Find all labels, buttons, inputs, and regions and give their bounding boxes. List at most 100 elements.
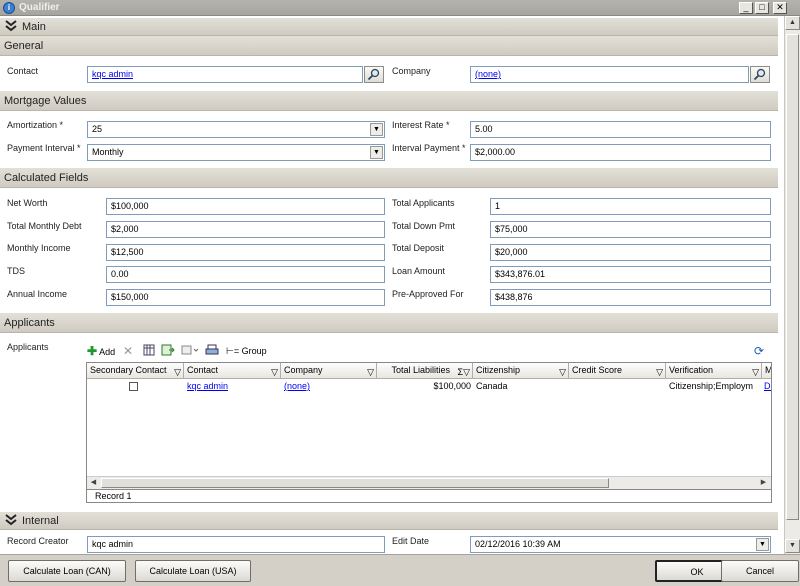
record-creator-field[interactable]: kqc admin bbox=[87, 536, 385, 553]
print-icon[interactable] bbox=[205, 344, 219, 359]
edit-date-label: Edit Date bbox=[392, 536, 430, 546]
total-applicants-field[interactable]: 1 bbox=[490, 198, 771, 215]
loan-amount-label: Loan Amount bbox=[392, 266, 446, 276]
grid-scroll-thumb[interactable] bbox=[101, 478, 609, 488]
vertical-scroll-thumb[interactable] bbox=[786, 34, 799, 520]
column-header-total-liabilities[interactable]: Total Liabilities Σ▽ bbox=[377, 363, 473, 379]
search-icon bbox=[753, 68, 766, 81]
filter-icon[interactable]: ▽ bbox=[367, 365, 374, 378]
company-link[interactable]: (none) bbox=[475, 69, 501, 79]
table-cell-company[interactable]: (none) bbox=[284, 380, 374, 394]
sum-filter-icon[interactable]: Σ▽ bbox=[458, 365, 471, 378]
company-link[interactable]: (none) bbox=[284, 381, 310, 391]
calculate-loan-can-button[interactable]: Calculate Loan (CAN) bbox=[8, 560, 126, 582]
filter-icon[interactable]: ▽ bbox=[656, 365, 663, 378]
chevron-down-icon bbox=[5, 20, 17, 32]
column-header-label: Credit Score bbox=[572, 365, 623, 375]
column-header-label: Total Liabilities bbox=[391, 365, 450, 375]
group-button[interactable]: ⊢= Group bbox=[226, 344, 267, 359]
net-worth-field[interactable]: $100,000 bbox=[106, 198, 385, 215]
dialog-footer: Calculate Loan (CAN) Calculate Loan (USA… bbox=[0, 554, 800, 586]
secondary-contact-checkbox[interactable] bbox=[129, 380, 143, 394]
monthly-income-label: Monthly Income bbox=[7, 243, 71, 253]
column-header-label: Verification bbox=[669, 365, 714, 375]
monthly-income-field[interactable]: $12,500 bbox=[106, 244, 385, 261]
column-header-company[interactable]: Company ▽ bbox=[281, 363, 377, 379]
chevron-down-icon[interactable]: ▼ bbox=[370, 146, 383, 159]
column-header-credit-score[interactable]: Credit Score ▽ bbox=[569, 363, 666, 379]
tds-field[interactable]: 0.00 bbox=[106, 266, 385, 283]
loan-amount-field[interactable]: $343,876.01 bbox=[490, 266, 771, 283]
pre-approved-label: Pre-Approved For bbox=[392, 289, 464, 299]
window-title: Qualifier bbox=[19, 2, 60, 13]
column-header-contact[interactable]: Contact ▽ bbox=[184, 363, 281, 379]
delete-icon[interactable]: ✕ bbox=[123, 344, 133, 359]
maximize-button[interactable]: □ bbox=[755, 2, 769, 14]
vertical-scrollbar[interactable]: ▲ ▼ bbox=[784, 16, 800, 554]
scroll-right-icon[interactable]: ▶ bbox=[757, 477, 770, 489]
section-calculated-title: Calculated Fields bbox=[4, 172, 89, 184]
chevron-down-icon bbox=[5, 514, 17, 526]
pre-approved-field[interactable]: $438,876 bbox=[490, 289, 771, 306]
payment-interval-select[interactable]: Monthly ▼ bbox=[87, 144, 385, 161]
section-main-title: Main bbox=[22, 21, 46, 33]
scroll-down-icon[interactable]: ▼ bbox=[785, 539, 800, 553]
interest-rate-field[interactable]: 5.00 bbox=[470, 121, 771, 138]
grid-view-icon[interactable] bbox=[143, 344, 155, 359]
annual-income-field[interactable]: $150,000 bbox=[106, 289, 385, 306]
filter-icon[interactable]: ▽ bbox=[559, 365, 566, 378]
section-main-header[interactable]: Main bbox=[0, 18, 778, 36]
column-header-citizenship[interactable]: Citizenship ▽ bbox=[473, 363, 569, 379]
column-header-label: M bbox=[765, 365, 772, 375]
cancel-button[interactable]: Cancel bbox=[721, 560, 799, 582]
filter-icon[interactable]: ▽ bbox=[271, 365, 278, 378]
add-button[interactable]: ✚ Add bbox=[87, 344, 115, 359]
column-header-secondary-contact[interactable]: Secondary Contact ▽ bbox=[87, 363, 184, 379]
filter-icon[interactable]: ▽ bbox=[752, 365, 759, 378]
company-label: Company bbox=[392, 66, 431, 76]
section-calculated-header: Calculated Fields bbox=[0, 168, 778, 188]
section-general-title: General bbox=[4, 40, 44, 52]
export-excel-icon[interactable] bbox=[161, 344, 175, 359]
column-header-verification[interactable]: Verification ▽ bbox=[666, 363, 762, 379]
column-header-m[interactable]: M bbox=[762, 363, 772, 379]
chevron-down-icon[interactable]: ▼ bbox=[370, 123, 383, 136]
total-down-pmt-label: Total Down Pmt bbox=[392, 221, 456, 231]
total-monthly-debt-field[interactable]: $2,000 bbox=[106, 221, 385, 238]
export-menu-icon[interactable] bbox=[181, 344, 199, 359]
company-field[interactable]: (none) bbox=[470, 66, 749, 83]
scroll-up-icon[interactable]: ▲ bbox=[785, 16, 800, 30]
contact-label: Contact bbox=[7, 66, 39, 76]
contact-field[interactable]: kqc admin bbox=[87, 66, 363, 83]
refresh-icon[interactable]: ⟳ bbox=[754, 344, 764, 359]
contact-lookup-button[interactable] bbox=[364, 66, 384, 83]
tds-label: TDS bbox=[7, 266, 25, 276]
edit-date-field[interactable]: 02/12/2016 10:39 AM ▼ bbox=[470, 536, 771, 553]
table-cell-contact[interactable]: kqc admin bbox=[187, 380, 279, 394]
chevron-down-icon[interactable]: ▼ bbox=[756, 538, 769, 551]
section-internal-header[interactable]: Internal bbox=[0, 512, 778, 530]
interval-payment-field[interactable]: $2,000.00 bbox=[470, 144, 771, 161]
section-applicants-header: Applicants bbox=[0, 313, 778, 333]
column-header-label: Contact bbox=[187, 365, 219, 375]
amortization-select[interactable]: 25 ▼ bbox=[87, 121, 385, 138]
contact-link[interactable]: kqc admin bbox=[92, 69, 133, 79]
total-down-pmt-field[interactable]: $75,000 bbox=[490, 221, 771, 238]
total-deposit-field[interactable]: $20,000 bbox=[490, 244, 771, 261]
filter-icon[interactable]: ▽ bbox=[174, 365, 181, 378]
applicants-grid: Secondary Contact ▽ Contact ▽ Company ▽ Tot… bbox=[86, 362, 772, 490]
contact-link[interactable]: kqc admin bbox=[187, 381, 228, 391]
payment-interval-label: Payment Interval * bbox=[7, 143, 81, 153]
minimize-button[interactable]: _ bbox=[739, 2, 753, 14]
calculate-loan-usa-button[interactable]: Calculate Loan (USA) bbox=[135, 560, 251, 582]
section-applicants-title: Applicants bbox=[4, 317, 55, 329]
table-cell-m[interactable]: De bbox=[764, 380, 771, 394]
grid-horizontal-scrollbar[interactable]: ◀ ▶ bbox=[87, 476, 771, 489]
applicants-label: Applicants bbox=[7, 342, 49, 352]
m-link[interactable]: De bbox=[764, 381, 771, 391]
record-creator-label: Record Creator bbox=[7, 536, 69, 546]
company-lookup-button[interactable] bbox=[750, 66, 770, 83]
scroll-left-icon[interactable]: ◀ bbox=[87, 477, 100, 489]
close-button[interactable]: ✕ bbox=[773, 2, 787, 14]
title-bar: i Qualifier _ □ ✕ bbox=[0, 0, 800, 16]
